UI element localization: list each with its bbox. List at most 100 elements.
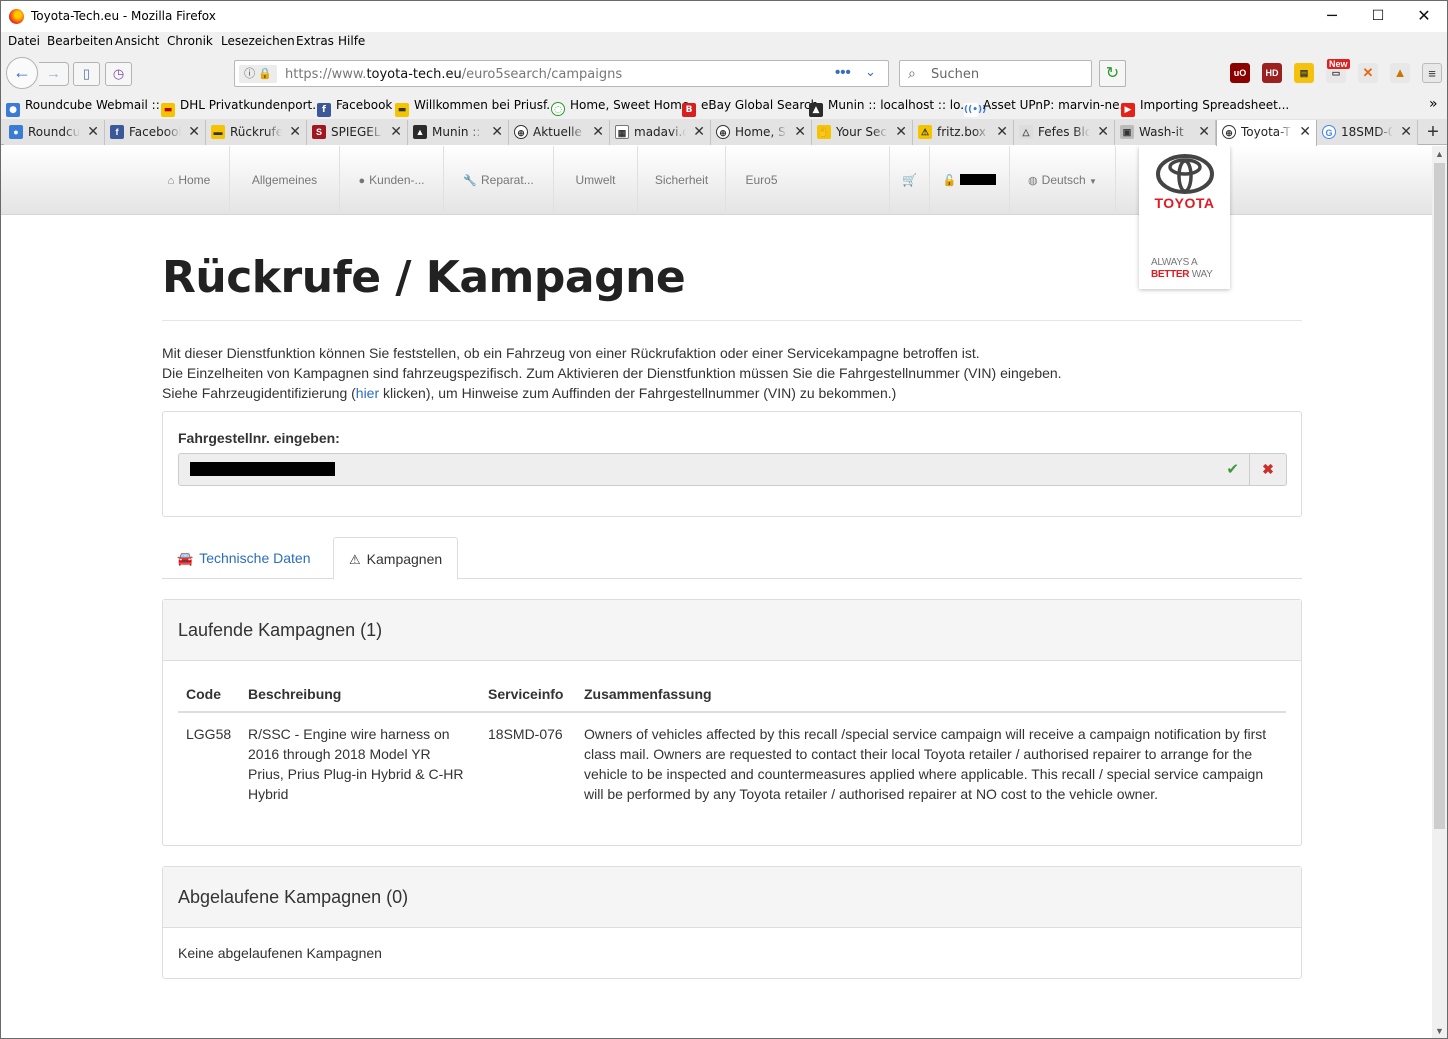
chevron-right-icon[interactable]: » [1429, 96, 1438, 112]
close-icon: ✖ [1262, 461, 1274, 477]
close-tab-icon[interactable]: ✕ [390, 123, 402, 140]
notes-icon[interactable]: ▤ [1294, 63, 1314, 83]
close-tab-icon[interactable]: ✕ [1299, 123, 1311, 140]
tab-kampagnen[interactable]: ⚠ Kampagnen [333, 537, 459, 580]
bookmark-item[interactable]: ◌ Home, Sweet Home [551, 98, 689, 116]
close-tab-icon[interactable]: ✕ [491, 123, 503, 140]
nav-kunden[interactable]: ● Kunden-... [339, 146, 443, 215]
url-text[interactable]: https://www.toyota-tech.eu/euro5search/c… [285, 67, 622, 82]
maximize-button[interactable]: ☐ [1355, 1, 1401, 32]
nav-reparatur[interactable]: 🔧 Reparat... [443, 146, 553, 215]
firefox-logo-icon [9, 9, 24, 24]
user-icon: ● [358, 175, 366, 187]
nav-umwelt[interactable]: Umwelt [553, 146, 637, 215]
ublock-icon[interactable]: uO [1230, 63, 1250, 83]
tab-fefes-blog[interactable]: △Fefes Blog✕ [1014, 120, 1115, 145]
vin-help-link[interactable]: hier [356, 385, 379, 401]
tab-18smd[interactable]: G 18SMD-0 ✕ [1317, 120, 1418, 145]
tab-wash-it[interactable]: ▣ Wash-it ✕ [1115, 120, 1216, 145]
bookmark-item[interactable]: ▲ Munin :: localhost :: lo... [809, 98, 972, 117]
nav-sicherheit[interactable]: Sicherheit [637, 146, 725, 215]
close-tab-icon[interactable]: ✕ [693, 123, 705, 140]
plus-icon: + [1427, 121, 1439, 143]
history-button[interactable]: ◷ [105, 62, 132, 86]
menu-ansicht[interactable]: Ansicht [115, 34, 159, 48]
menu-datei[interactable]: Datei [8, 34, 40, 48]
close-tab-icon[interactable]: ✕ [996, 123, 1008, 140]
hamburger-menu-icon[interactable]: ≡ [1422, 63, 1442, 83]
clear-vin-button[interactable]: ✖ [1250, 453, 1287, 486]
bookmark-item[interactable]: ▬ Willkommen bei Priusf... [395, 98, 558, 117]
menu-bearbeiten[interactable]: Bearbeiten [47, 34, 113, 48]
site-info-button[interactable]: ⓘ 🔒 [239, 65, 277, 83]
menu-chronik[interactable]: Chronik [167, 34, 213, 48]
menu-lesezeichen[interactable]: Lesezeichen [221, 34, 295, 48]
vin-input[interactable]: ✔ [178, 453, 1250, 486]
toyota-wordmark: TOYOTA [1154, 195, 1215, 211]
back-button[interactable]: ← [6, 57, 38, 89]
nav-euro5[interactable]: Euro5 [725, 146, 797, 215]
nav-language[interactable]: ◍ Deutsch ▼ [1009, 146, 1115, 215]
hd-icon[interactable]: HD [1262, 63, 1282, 83]
close-window-button[interactable]: ✕ [1401, 1, 1447, 32]
close-tab-icon[interactable]: ✕ [592, 123, 604, 140]
nav-allgemeines[interactable]: Allgemeines [229, 146, 339, 215]
tab-munin[interactable]: ▲ Munin :: ✕ [408, 120, 509, 145]
globe-icon: ⊕ [1222, 125, 1236, 139]
tab-facebook[interactable]: f Facebook ✕ [105, 120, 206, 145]
scroll-down-icon[interactable]: ▼ [1432, 1023, 1447, 1038]
tab-madavi[interactable]: ▦madavi.de✕ [610, 120, 711, 145]
tab-rueckrufe[interactable]: ▬ Rückrufe ✕ [206, 120, 307, 145]
tab-home[interactable]: ⊕ Home, S ✕ [711, 120, 812, 145]
expired-campaigns-panel: Abgelaufene Kampagnen (0) Keine abgelauf… [162, 866, 1302, 979]
metamask-icon[interactable]: ✕ [1358, 63, 1378, 83]
tab-your-security[interactable]: ✋ Your Sec ✕ [812, 120, 913, 145]
toyota-logo[interactable]: TOYOTA ALWAYS A BETTER WAY [1139, 146, 1230, 289]
bookmark-item[interactable]: f Facebook [317, 98, 392, 117]
globe-icon: ◍ [1028, 175, 1038, 187]
column-header-serviceinfo: Serviceinfo [488, 686, 564, 702]
close-tab-icon[interactable]: ✕ [1097, 123, 1109, 140]
search-box[interactable]: ⌕ Suchen [899, 60, 1092, 87]
close-tab-icon[interactable]: ✕ [289, 123, 301, 140]
chevron-down-icon[interactable]: ⌄ [865, 64, 876, 80]
tab-fritzbox[interactable]: ⚠ fritz.box ✕ [913, 120, 1014, 145]
panel-title: Laufende Kampagnen (1) [178, 620, 383, 640]
nav-account[interactable]: 🔓 [929, 146, 1009, 215]
bookmark-item[interactable]: ((•))Asset UPnP: marvin-ne... [964, 98, 1131, 117]
bookmark-item[interactable]: BeBay Global Search [682, 98, 818, 117]
page-actions-icon[interactable]: ••• [835, 64, 851, 81]
menu-extras[interactable]: Extras [296, 34, 334, 48]
globe-icon: ● [9, 125, 23, 139]
new-tab-button[interactable]: + [1419, 120, 1447, 145]
menu-hilfe[interactable]: Hilfe [338, 34, 365, 48]
cell-code: LGG58 [186, 726, 232, 742]
cart-icon[interactable]: 🛒 [889, 146, 929, 215]
page-title: Rückrufe / Kampagne [162, 252, 686, 303]
tab-toyota-tech[interactable]: ⊕ Toyota-T ✕ [1216, 120, 1317, 146]
scroll-up-icon[interactable]: ▲ [1432, 146, 1447, 163]
close-tab-icon[interactable]: ✕ [1198, 123, 1210, 140]
reload-button[interactable]: ↻ [1099, 60, 1126, 87]
close-tab-icon[interactable]: ✕ [87, 123, 99, 140]
extension-icon[interactable]: ▲ [1390, 63, 1410, 83]
bookmark-item[interactable]: ▶ Importing Spreadsheet... [1121, 98, 1289, 117]
tab-technische-daten[interactable]: 🚘 Technische Daten [162, 537, 325, 579]
nav-home[interactable]: ⌂ Home [149, 146, 229, 215]
url-bar[interactable]: ⓘ 🔒 https://www.toyota-tech.eu/euro5sear… [234, 60, 889, 87]
bookmark-item[interactable]: ▬ DHL Privatkundenport... [161, 98, 324, 117]
tab-spiegel[interactable]: S SPIEGEL ✕ [307, 120, 408, 145]
forward-button[interactable]: → [39, 62, 69, 86]
tab-roundcube[interactable]: ●Roundcube✕ [4, 120, 105, 145]
bookmark-item[interactable]: ● Roundcube Webmail ::... [6, 98, 171, 117]
minimize-button[interactable]: ─ [1309, 1, 1355, 32]
tab-aktuelle[interactable]: ⊕ Aktuelle ✕ [509, 120, 610, 145]
sidebar-icon: ▯ [82, 66, 91, 81]
close-tab-icon[interactable]: ✕ [188, 123, 200, 140]
close-tab-icon[interactable]: ✕ [895, 123, 907, 140]
close-tab-icon[interactable]: ✕ [794, 123, 806, 140]
sidebar-button[interactable]: ▯ [73, 62, 100, 86]
close-tab-icon[interactable]: ✕ [1400, 123, 1412, 140]
vertical-scrollbar[interactable]: ▲ ▼ [1432, 146, 1447, 1038]
scroll-thumb[interactable] [1434, 163, 1445, 829]
